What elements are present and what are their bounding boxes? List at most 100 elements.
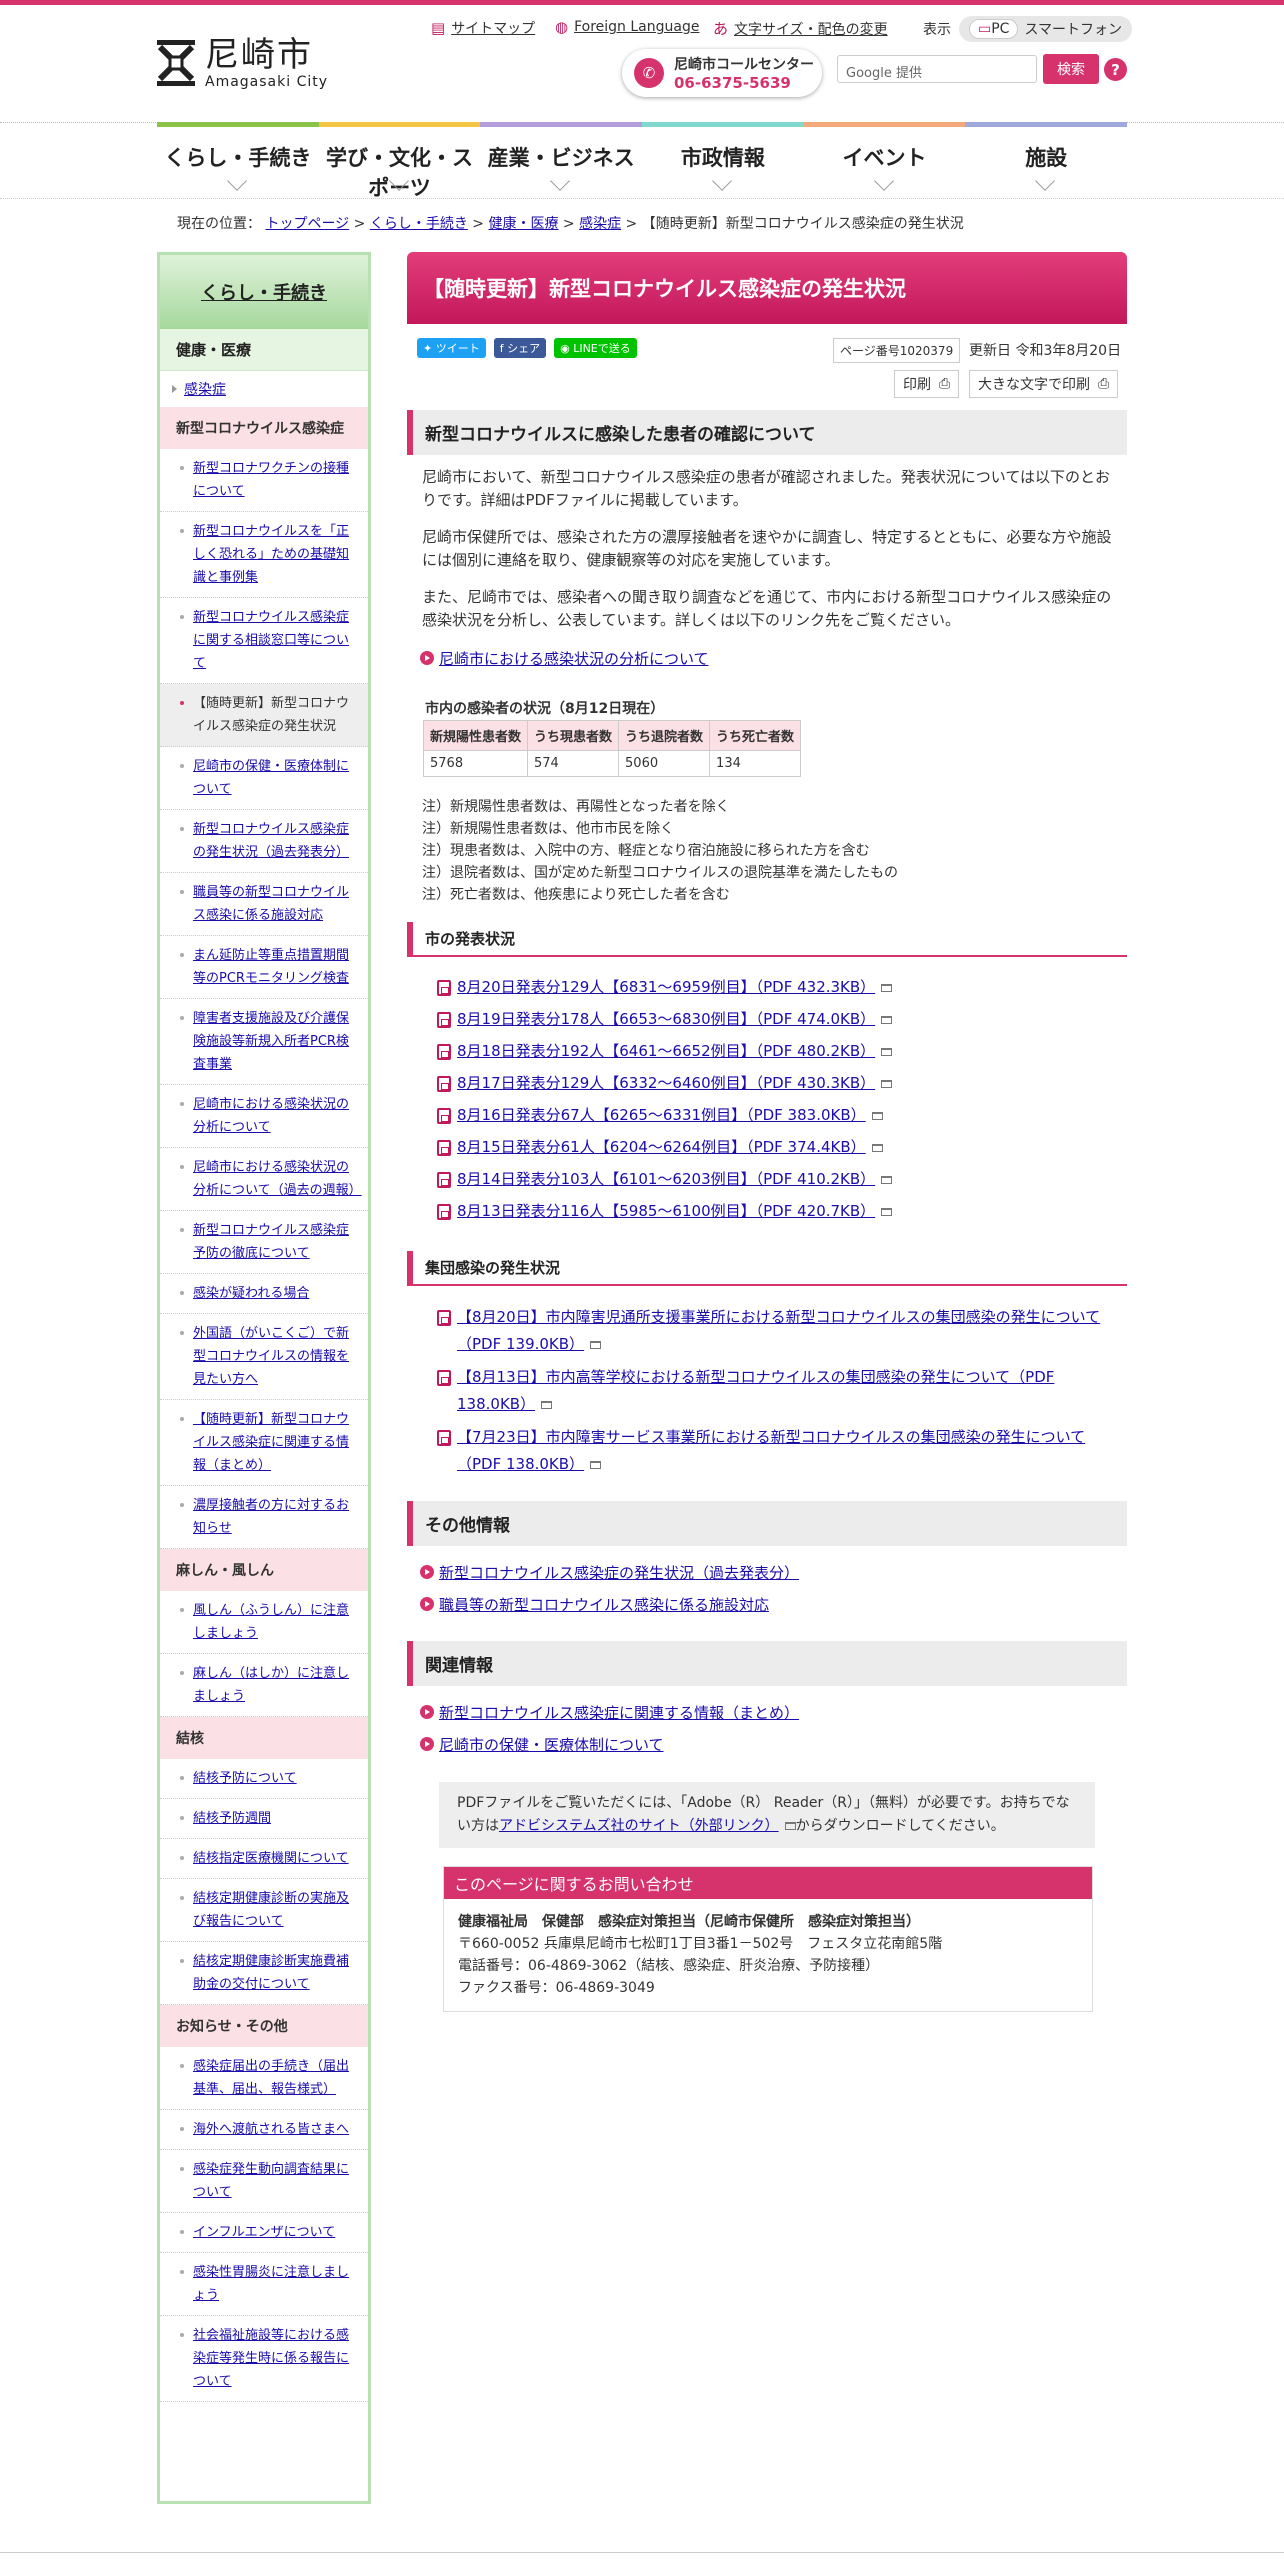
- help-icon[interactable]: ?: [1104, 58, 1127, 81]
- sidebar-link[interactable]: 海外へ渡航される皆さまへ: [193, 2122, 349, 2137]
- breadcrumb-item[interactable]: トップページ: [265, 216, 349, 232]
- other-link[interactable]: 職員等の新型コロナウイルス感染に係る施設対応: [419, 1594, 769, 1615]
- logo-name-ja: 尼崎市: [205, 35, 313, 75]
- display-sp-option[interactable]: スマートフォン: [1024, 19, 1122, 39]
- sidebar-link[interactable]: 尼崎市における感染状況の分析について: [193, 1097, 349, 1135]
- sidebar-link[interactable]: 尼崎市における感染状況の分析について（過去の週報）: [193, 1160, 362, 1198]
- pc-icon: ▭: [978, 21, 992, 37]
- breadcrumb-item[interactable]: 感染症: [579, 216, 621, 232]
- analysis-link[interactable]: 尼崎市における感染状況の分析について: [420, 648, 709, 669]
- gnav-item-sangyo[interactable]: 産業・ビジネス: [480, 122, 643, 192]
- sidebar-link-item: 結核定期健康診断の実施及び報告について: [160, 1879, 368, 1942]
- sidebar-link[interactable]: 麻しん（はしか）に注意しましょう: [193, 1666, 349, 1704]
- sidebar-link[interactable]: 感染性胃腸炎に注意しましょう: [193, 2265, 349, 2303]
- sidebar-group: お知らせ・その他: [160, 2005, 368, 2047]
- other-link[interactable]: 新型コロナウイルス感染症の発生状況（過去発表分）: [419, 1562, 799, 1583]
- facebook-share-button[interactable]: f シェア: [493, 338, 547, 358]
- gnav-color-bar: [318, 122, 481, 127]
- sidebar-link[interactable]: 外国語（がいこくご）で新型コロナウイルスの情報を見たい方へ: [193, 1326, 349, 1387]
- display-pc-label: PC: [991, 21, 1010, 37]
- text-size-text[interactable]: 文字サイズ・配色の変更: [734, 19, 888, 39]
- cluster-link-item: 【8月20日】市内障害児通所支援事業所における新型コロナウイルスの集団感染の発生…: [437, 1304, 1107, 1358]
- cluster-link[interactable]: 【8月20日】市内障害児通所支援事業所における新型コロナウイルスの集団感染の発生…: [457, 1308, 1100, 1353]
- announce-link[interactable]: 8月13日発表分116人【5985～6100例目】（PDF 420.7KB）: [457, 1202, 875, 1220]
- sidebar-link[interactable]: 新型コロナウイルス感染症予防の徹底について: [193, 1223, 349, 1261]
- sidebar-link[interactable]: 感染が疑われる場合: [193, 1286, 309, 1301]
- announce-link[interactable]: 8月15日発表分61人【6204～6264例目】（PDF 374.4KB）: [457, 1138, 866, 1156]
- display-toggle[interactable]: ▭PC スマートフォン: [959, 16, 1133, 42]
- line-button[interactable]: ◉ LINEで送る: [554, 338, 637, 358]
- search-button[interactable]: 検索: [1043, 54, 1099, 84]
- gnav-label: 産業・ビジネス: [487, 146, 635, 170]
- cluster-link[interactable]: 【7月23日】市内障害サービス事業所における新型コロナウイルスの集団感染の発生に…: [457, 1428, 1085, 1473]
- gnav-item-shisetsu[interactable]: 施設: [965, 122, 1128, 192]
- search-input[interactable]: Google 提供: [837, 55, 1037, 83]
- sidebar-link[interactable]: 【随時更新】新型コロナウイルス感染症に関連する情報（まとめ）: [193, 1412, 349, 1473]
- announce-link[interactable]: 8月20日発表分129人【6831～6959例目】（PDF 432.3KB）: [457, 978, 875, 996]
- sidebar-link[interactable]: インフルエンザについて: [193, 2225, 335, 2240]
- foreign-language-link[interactable]: ◍ Foreign Language: [555, 18, 699, 36]
- adobe-link[interactable]: アドビシステムズ社のサイト（外部リンク）: [499, 1818, 779, 1834]
- sidebar-link[interactable]: 新型コロナウイルスを「正しく恐れる」ための基礎知識と事例集: [193, 524, 349, 585]
- gnav-color-bar: [157, 122, 319, 127]
- sidebar-link[interactable]: 結核指定医療機関について: [193, 1851, 349, 1866]
- gnav-item-kurashi[interactable]: くらし・手続き: [157, 122, 319, 192]
- sidebar-link-item: 結核定期健康診断実施費補助金の交付について: [160, 1942, 368, 2005]
- sitemap-link-text[interactable]: サイトマップ: [451, 18, 535, 38]
- sidebar-link[interactable]: 感染症発生動向調査結果について: [193, 2162, 349, 2200]
- announce-link[interactable]: 8月16日発表分67人【6265～6331例目】（PDF 383.0KB）: [457, 1106, 866, 1124]
- contact-org: 健康福祉局 保健部 感染症対策担当（尼崎市保健所 感染症対策担当）: [458, 1914, 920, 1930]
- foreign-language-text[interactable]: Foreign Language: [574, 19, 699, 35]
- sidebar-link[interactable]: 職員等の新型コロナウイルス感染に係る施設対応: [193, 885, 349, 923]
- sidebar-link[interactable]: 新型コロナワクチンの接種について: [193, 461, 349, 499]
- sidebar-link[interactable]: 結核予防について: [193, 1771, 297, 1786]
- sidebar-link[interactable]: 結核予防週間: [193, 1811, 271, 1826]
- announce-link[interactable]: 8月19日発表分178人【6653～6830例目】（PDF 474.0KB）: [457, 1010, 875, 1028]
- text-size-icon: あ: [713, 20, 729, 38]
- notes: 注）新規陽性患者数は、再陽性となった者を除く 注）新規陽性患者数は、他市市民を除…: [422, 796, 898, 906]
- sitemap-link[interactable]: ▤ サイトマップ: [431, 18, 535, 38]
- related-link[interactable]: 新型コロナウイルス感染症に関連する情報（まとめ）: [419, 1702, 799, 1723]
- sidebar-link[interactable]: 社会福祉施設等における感染症等発生時に係る報告について: [193, 2328, 349, 2389]
- table-header: うち退院者数: [618, 720, 711, 751]
- pdf-icon: [437, 1310, 451, 1326]
- text-size-link[interactable]: あ 文字サイズ・配色の変更: [713, 18, 888, 39]
- sidebar-link[interactable]: 結核定期健康診断の実施及び報告について: [193, 1891, 349, 1929]
- gnav-item-event[interactable]: イベント: [803, 122, 966, 192]
- sidebar-category: 感染症: [160, 371, 368, 407]
- sidebar-link[interactable]: まん延防止等重点措置期間等のPCRモニタリング検査: [193, 948, 349, 986]
- display-pc-option[interactable]: ▭PC: [969, 19, 1019, 39]
- sidebar-link-item: 海外へ渡航される皆さまへ: [160, 2110, 368, 2150]
- announce-link[interactable]: 8月14日発表分103人【6101～6203例目】（PDF 410.2KB）: [457, 1170, 875, 1188]
- sidebar-link[interactable]: 結核定期健康診断実施費補助金の交付について: [193, 1954, 349, 1992]
- gnav-item-manabi[interactable]: 学び・文化・スポーツ: [318, 122, 481, 200]
- print-button[interactable]: 印刷 ⎙: [894, 370, 960, 398]
- gnav-label: イベント: [842, 146, 927, 170]
- global-nav: くらし・手続き 学び・文化・スポーツ 産業・ビジネス 市政情報 イベント 施設: [157, 122, 1128, 200]
- sidebar-link-item: 尼崎市における感染状況の分析について（過去の週報）: [160, 1148, 368, 1211]
- breadcrumb-item[interactable]: 健康・医療: [488, 216, 558, 232]
- sidebar-head-link[interactable]: くらし・手続き: [201, 279, 327, 305]
- site-logo[interactable]: 尼崎市 Amagasaki City: [157, 36, 328, 90]
- sidebar-link[interactable]: 濃厚接触者の方に対するお知らせ: [193, 1498, 349, 1536]
- sidebar-category-link[interactable]: 感染症: [184, 382, 226, 398]
- sidebar-link[interactable]: 感染症届出の手続き（届出基準、届出、報告様式）: [193, 2059, 349, 2097]
- updated-date: 更新日 令和3年8月20日: [969, 343, 1122, 359]
- call-center-box[interactable]: ✆ 尼崎市コールセンター 06-6375-5639: [622, 49, 822, 97]
- sidebar-link[interactable]: 尼崎市の保健・医療体制について: [193, 759, 349, 797]
- sidebar-link[interactable]: 新型コロナウイルス感染症に関する相談窓口等について: [193, 610, 349, 671]
- tweet-button[interactable]: ✦ ツイート: [417, 338, 486, 358]
- announce-link[interactable]: 8月18日発表分192人【6461～6652例目】（PDF 480.2KB）: [457, 1042, 875, 1060]
- new-window-icon: [871, 1112, 883, 1120]
- sidebar-link-item: 新型コロナウイルス感染症予防の徹底について: [160, 1211, 368, 1274]
- print-large-button[interactable]: 大きな文字で印刷 ⎙: [969, 370, 1119, 398]
- tweet-label: ツイート: [435, 342, 480, 355]
- sidebar-link[interactable]: 障害者支援施設及び介護保険施設等新規入所者PCR検査事業: [193, 1011, 349, 1072]
- sidebar-link[interactable]: 新型コロナウイルス感染症の発生状況（過去発表分）: [193, 822, 349, 860]
- gnav-item-shisei[interactable]: 市政情報: [642, 122, 804, 192]
- sidebar-link[interactable]: 風しん（ふうしん）に注意しましょう: [193, 1603, 349, 1641]
- announce-link[interactable]: 8月17日発表分129人【6332～6460例目】（PDF 430.3KB）: [457, 1074, 875, 1092]
- related-link[interactable]: 尼崎市の保健・医療体制について: [420, 1734, 664, 1755]
- breadcrumb-item[interactable]: くらし・手続き: [370, 216, 468, 232]
- note: 注）死亡者数は、他疾患により死亡した者を含む: [422, 887, 730, 903]
